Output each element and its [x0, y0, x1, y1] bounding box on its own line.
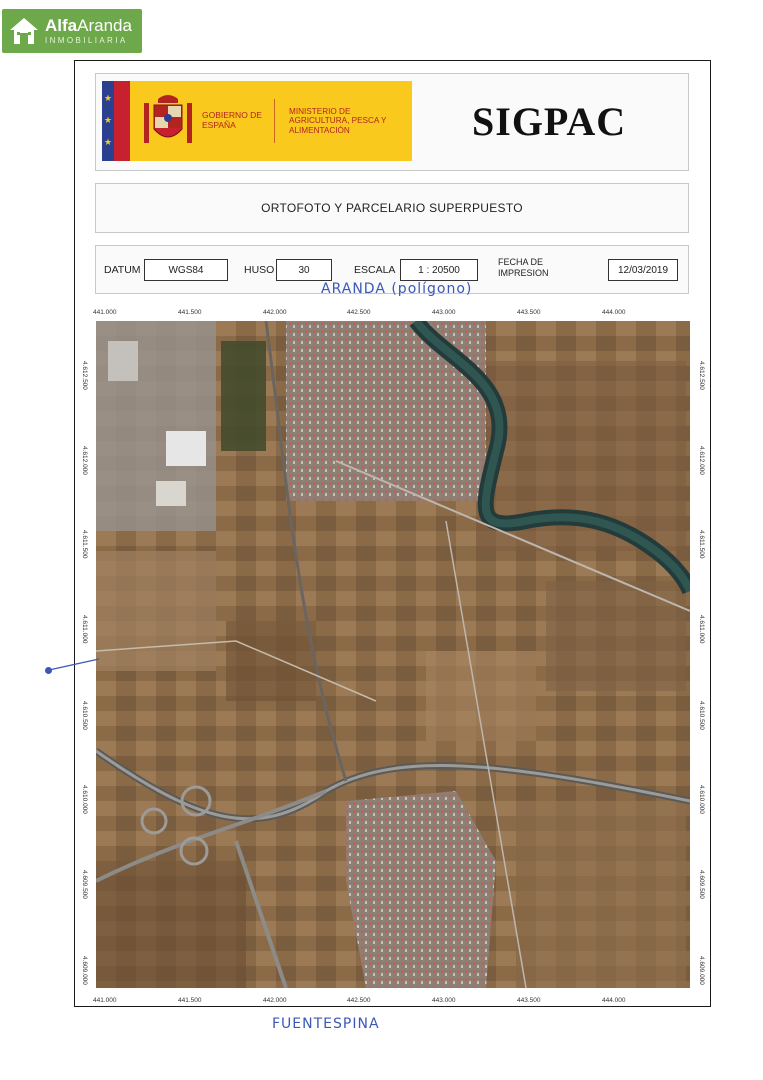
datum-label: DATUM: [104, 264, 141, 276]
sigpac-title: SIGPAC: [472, 99, 627, 144]
datum-value: WGS84: [144, 259, 228, 281]
coord-right-8: 4.609.000: [698, 956, 705, 985]
coord-bottom-7: 444.000: [602, 997, 626, 1004]
coat-of-arms-icon: [140, 89, 196, 153]
escala-value: 1 : 20500: [400, 259, 478, 281]
brand-logo: AlfaAranda INMOBILIARIA: [2, 9, 142, 53]
house-icon: [8, 16, 40, 46]
coord-top-7: 444.000: [602, 309, 626, 316]
document-title: ORTOFOTO Y PARCELARIO SUPERPUESTO: [95, 183, 689, 233]
sigpac-sheet: ★ ★ ★ GOBIERNO DE ESPAÑA MINISTERIO DE A…: [74, 60, 711, 1007]
coord-left-3: 4.611.500: [81, 530, 88, 559]
coord-right-3: 4.611.500: [698, 530, 705, 559]
handwritten-note-fuentespina: FUENTESPINA: [272, 1016, 380, 1032]
fecha-value: 12/03/2019: [608, 259, 678, 281]
coord-bottom-3: 442.000: [263, 997, 287, 1004]
brand-name: AlfaAranda: [45, 16, 132, 35]
header-box: ★ ★ ★ GOBIERNO DE ESPAÑA MINISTERIO DE A…: [95, 73, 689, 171]
coord-left-6: 4.610.000: [81, 785, 88, 814]
coord-bottom-1: 441.000: [93, 997, 117, 1004]
svg-text:★: ★: [104, 138, 112, 148]
government-banner: ★ ★ ★ GOBIERNO DE ESPAÑA MINISTERIO DE A…: [102, 81, 412, 161]
coord-right-4: 4.611.000: [698, 615, 705, 644]
coord-left-4: 4.611.000: [81, 615, 88, 644]
coord-bottom-4: 442.500: [347, 997, 371, 1004]
coord-left-1: 4.612.500: [81, 361, 88, 390]
svg-text:★: ★: [104, 116, 112, 126]
brand-subtitle: INMOBILIARIA: [45, 36, 128, 45]
coord-left-8: 4.609.000: [81, 956, 88, 985]
coord-top-5: 443.000: [432, 309, 456, 316]
coord-left-7: 4.609.500: [81, 870, 88, 899]
coord-top-1: 441.000: [93, 309, 117, 316]
coord-right-7: 4.609.500: [698, 870, 705, 899]
gobierno-text: GOBIERNO DE ESPAÑA: [202, 110, 262, 130]
eu-spain-flag-strip: ★ ★ ★: [102, 81, 134, 161]
coord-right-2: 4.612.000: [698, 446, 705, 475]
pointer-dot: [45, 667, 52, 674]
coord-top-4: 442.500: [347, 309, 371, 316]
coord-top-6: 443.500: [517, 309, 541, 316]
coord-bottom-5: 443.000: [432, 997, 456, 1004]
escala-label: ESCALA: [354, 264, 396, 276]
huso-value: 30: [276, 259, 332, 281]
coord-right-6: 4.610.000: [698, 785, 705, 814]
ministerio-text: MINISTERIO DE AGRICULTURA, PESCA Y ALIME…: [289, 106, 387, 135]
orthophoto-map: [96, 321, 690, 988]
coord-left-5: 4.610.500: [81, 701, 88, 730]
huso-label: HUSO: [244, 264, 275, 276]
handwritten-note-aranda: ARANDA (polígono): [321, 281, 473, 297]
fecha-label: FECHA DE IMPRESION: [498, 257, 549, 278]
coord-right-1: 4.612.500: [698, 361, 705, 390]
banner-divider: [274, 99, 275, 143]
svg-text:★: ★: [104, 94, 112, 104]
coord-right-5: 4.610.500: [698, 701, 705, 730]
coord-top-2: 441.500: [178, 309, 202, 316]
coord-left-2: 4.612.000: [81, 446, 88, 475]
coord-bottom-2: 441.500: [178, 997, 202, 1004]
coord-top-3: 442.000: [263, 309, 287, 316]
pointer-line: [48, 658, 100, 671]
coord-bottom-6: 443.500: [517, 997, 541, 1004]
